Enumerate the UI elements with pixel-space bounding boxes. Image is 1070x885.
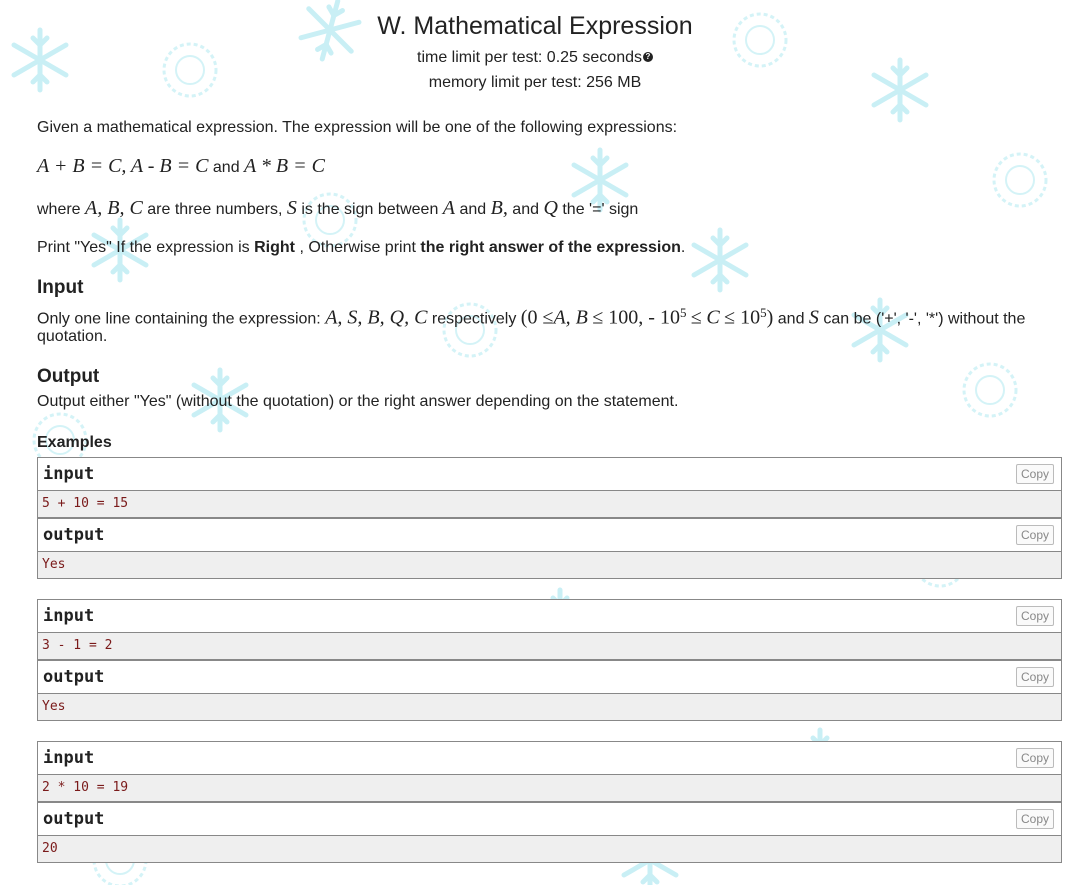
example-2: input Copy 3 - 1 = 2 output Copy Yes: [37, 599, 1062, 721]
input-label: input: [43, 464, 95, 484]
output-label: output: [43, 525, 105, 545]
sample-input: 2 * 10 = 19: [37, 775, 1062, 802]
output-spec: Output either "Yes" (without the quotati…: [37, 393, 679, 410]
memory-limit: memory limit per test: 256 MB: [428, 74, 642, 91]
sample-output: 20: [37, 836, 1062, 863]
input-spec-line2: quotation.: [37, 328, 108, 345]
help-icon[interactable]: ?: [642, 52, 653, 62]
sample-input: 3 - 1 = 2: [37, 633, 1062, 660]
copy-input-button[interactable]: Copy: [1016, 748, 1054, 768]
statement-where: where A, B, C are three numbers, S is th…: [37, 197, 639, 219]
problem-title: W. Mathematical Expression: [377, 12, 693, 40]
sample-output: Yes: [37, 552, 1062, 579]
input-label: input: [43, 606, 95, 626]
copy-input-button[interactable]: Copy: [1016, 606, 1054, 626]
input-spec: Only one line containing the expression:…: [37, 305, 1026, 329]
input-label: input: [43, 748, 95, 768]
sample-output-header: output Copy: [37, 518, 1062, 552]
output-section-title: Output: [37, 366, 100, 387]
sample-output-header: output Copy: [37, 802, 1062, 836]
copy-output-button[interactable]: Copy: [1016, 667, 1054, 687]
copy-output-button[interactable]: Copy: [1016, 525, 1054, 545]
time-limit: time limit per test: 0.25 seconds?: [0, 45, 1070, 70]
example-1: input Copy 5 + 10 = 15 output Copy Yes: [37, 457, 1062, 579]
sample-input-header: input Copy: [37, 457, 1062, 491]
statement-print: Print "Yes" If the expression is Right ,…: [37, 239, 686, 256]
expression-list: A + B = C, A - B = C and A * B = C: [37, 155, 325, 177]
output-label: output: [43, 667, 105, 687]
sample-output: Yes: [37, 694, 1062, 721]
sample-output-header: output Copy: [37, 660, 1062, 694]
sample-input-header: input Copy: [37, 599, 1062, 633]
example-3: input Copy 2 * 10 = 19 output Copy 20: [37, 741, 1062, 863]
sample-input-header: input Copy: [37, 741, 1062, 775]
input-section-title: Input: [37, 277, 84, 298]
statement-intro: Given a mathematical expression. The exp…: [37, 119, 678, 136]
examples-title: Examples: [37, 434, 112, 451]
sample-input: 5 + 10 = 15: [37, 491, 1062, 518]
copy-input-button[interactable]: Copy: [1016, 464, 1054, 484]
copy-output-button[interactable]: Copy: [1016, 809, 1054, 829]
problem-header: W. Mathematical Expression time limit pe…: [0, 0, 1070, 95]
output-label: output: [43, 809, 105, 829]
